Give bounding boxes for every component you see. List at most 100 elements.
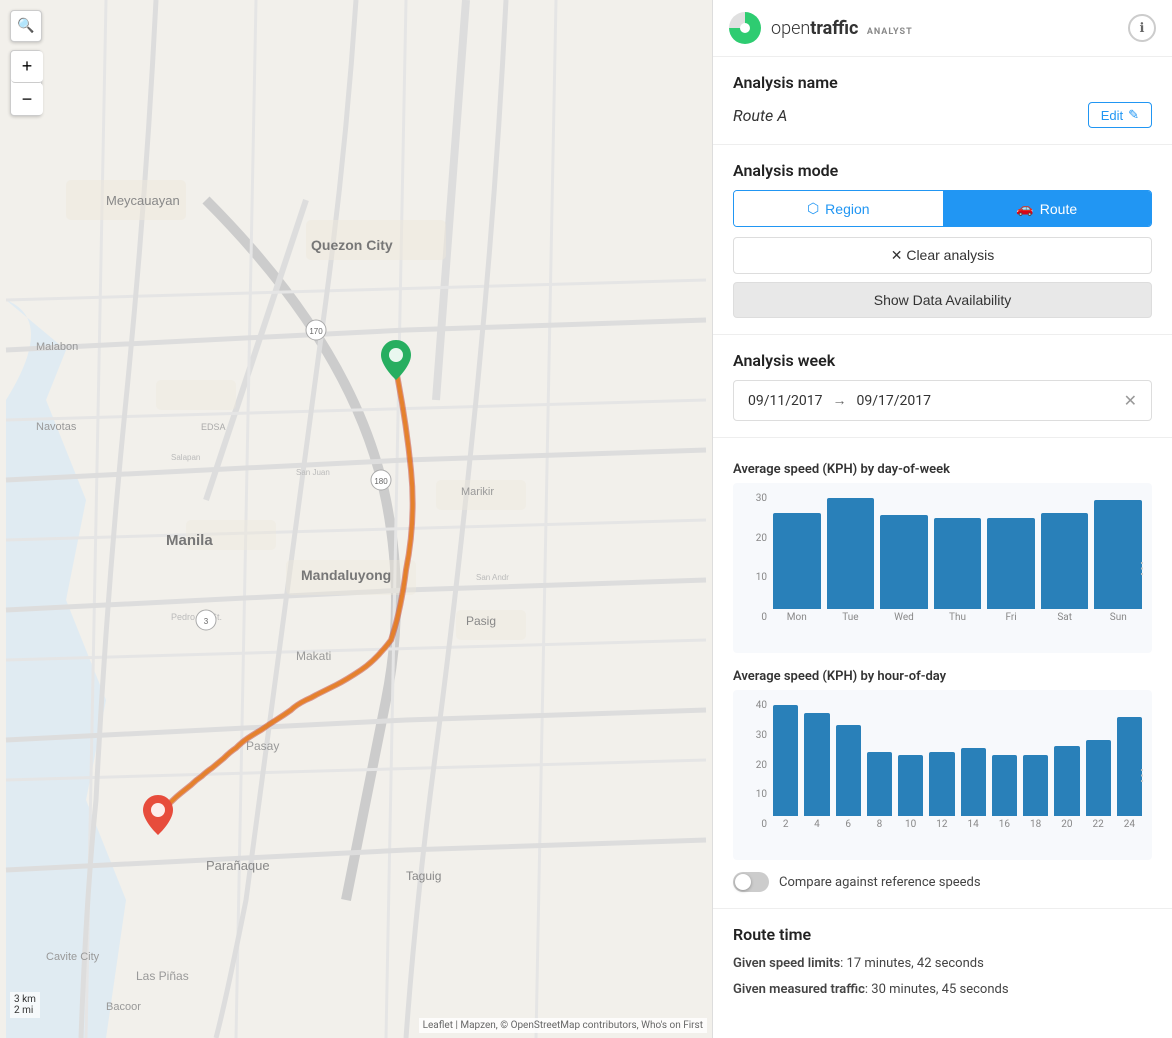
analysis-week-section: Analysis week 09/11/2017 → 09/17/2017 ✕ <box>713 335 1172 438</box>
route-time-section: Route time Given speed limits: 17 minute… <box>713 909 1172 1021</box>
svg-text:San Andr: San Andr <box>476 573 509 582</box>
svg-text:EDSA: EDSA <box>201 422 226 432</box>
bar-label: Sat <box>1057 612 1072 623</box>
bar-label: Wed <box>894 612 914 623</box>
bar-label: Thu <box>949 612 966 623</box>
bar <box>880 515 928 609</box>
bar-column: Tue <box>827 493 875 623</box>
info-button[interactable]: ℹ <box>1128 14 1156 42</box>
bar-column: 16 <box>992 700 1017 830</box>
hour-of-day-chart: Average speed (KPH) by hour-of-day 40 30… <box>733 669 1152 860</box>
hour-chart-wrapper: 40 30 20 10 0 24681012141618202224 ⋮ <box>733 690 1152 860</box>
map-scale: 3 km 2 mi <box>10 992 40 1018</box>
logo-text: opentraffic ANALYST <box>771 18 913 39</box>
svg-text:Bacoor: Bacoor <box>106 1001 141 1013</box>
region-icon: ⬡ <box>807 200 819 217</box>
route-mode-button[interactable]: 🚗 Route <box>943 191 1152 226</box>
given-measured-traffic: Given measured traffic: 30 minutes, 45 s… <box>733 980 1152 1000</box>
bar-label: 20 <box>1061 819 1072 830</box>
bar <box>1041 513 1089 609</box>
chart-scroll-indicator: ⋮ <box>1134 559 1150 578</box>
bar <box>987 518 1035 609</box>
date-arrow: → <box>833 392 847 409</box>
svg-text:Pasig: Pasig <box>466 614 496 628</box>
map-search-button[interactable]: 🔍 <box>10 10 42 42</box>
svg-text:San Juan: San Juan <box>296 468 330 477</box>
analysis-mode-section: Analysis mode ⬡ Region 🚗 Route ✕ Clear a… <box>713 145 1172 335</box>
date-end: 09/17/2017 <box>857 393 932 409</box>
bar-label: 18 <box>1030 819 1041 830</box>
toggle-knob <box>735 874 751 890</box>
bar-label: 10 <box>905 819 916 830</box>
analysis-name-label: Analysis name <box>733 73 1152 92</box>
bar-column: Thu <box>934 493 982 623</box>
map-area: Meycauayan Malabon Navotas Manila Quezon… <box>0 0 712 1038</box>
zoom-out-button[interactable]: − <box>11 83 43 115</box>
route-label: Route <box>1040 201 1077 217</box>
analysis-name-section: Analysis name Route A Edit ✎ <box>713 57 1172 145</box>
hour-bars-row: 24681012141618202224 <box>773 700 1142 830</box>
hour-y-axis: 40 30 20 10 0 <box>733 700 771 830</box>
bar <box>898 755 923 816</box>
mode-buttons: ⬡ Region 🚗 Route <box>733 190 1152 227</box>
svg-text:Mandaluyong: Mandaluyong <box>301 567 391 583</box>
bar-label: 2 <box>783 819 789 830</box>
region-mode-button[interactable]: ⬡ Region <box>734 191 943 226</box>
day-of-week-chart: Average speed (KPH) by day-of-week 30 20… <box>733 462 1152 653</box>
bar-label: Fri <box>1005 612 1016 623</box>
zoom-in-button[interactable]: + <box>11 51 43 83</box>
bar <box>836 725 861 816</box>
map-background: Meycauayan Malabon Navotas Manila Quezon… <box>0 0 712 1038</box>
map-svg: Meycauayan Malabon Navotas Manila Quezon… <box>0 0 712 1038</box>
bar-label: 22 <box>1093 819 1104 830</box>
bar <box>992 755 1017 816</box>
clear-analysis-button[interactable]: ✕ Clear analysis <box>733 237 1152 274</box>
bar <box>1023 755 1048 816</box>
day-chart-wrapper: 30 20 10 0 Mon Tue Wed Thu Fri Sat Sun ⋮ <box>733 483 1152 653</box>
bar-column: Mon <box>773 493 821 623</box>
analysis-week-label: Analysis week <box>733 351 1152 370</box>
bar-column: 6 <box>836 700 861 830</box>
bar <box>961 748 986 816</box>
day-y-axis: 30 20 10 0 <box>733 493 771 623</box>
svg-text:Marikir: Marikir <box>461 486 494 498</box>
svg-text:Taguig: Taguig <box>406 869 441 883</box>
bar <box>773 513 821 609</box>
compare-toggle[interactable] <box>733 872 769 892</box>
clear-label: ✕ Clear analysis <box>891 247 995 264</box>
right-panel: opentraffic ANALYST ℹ Analysis name Rout… <box>712 0 1172 1038</box>
edit-icon: ✎ <box>1128 107 1139 123</box>
edit-button[interactable]: Edit ✎ <box>1088 102 1152 128</box>
analysis-name-value: Route A <box>733 106 787 125</box>
bar-label: 8 <box>877 819 883 830</box>
svg-text:Pasay: Pasay <box>246 739 279 753</box>
date-range-box[interactable]: 09/11/2017 → 09/17/2017 ✕ <box>733 380 1152 421</box>
bar-label: 16 <box>999 819 1010 830</box>
bar-label: Mon <box>787 612 807 623</box>
svg-text:Meycauayan: Meycauayan <box>106 193 180 208</box>
bar-column: 10 <box>898 700 923 830</box>
bar <box>929 752 954 816</box>
bar <box>773 705 798 816</box>
bar-column: 22 <box>1086 700 1111 830</box>
show-data-label: Show Data Availability <box>874 292 1011 308</box>
bar-label: 24 <box>1124 819 1135 830</box>
bar-column: Fri <box>987 493 1035 623</box>
bar <box>1086 740 1111 816</box>
svg-text:170: 170 <box>309 327 323 336</box>
show-data-button[interactable]: Show Data Availability <box>733 282 1152 318</box>
bar-label: 12 <box>936 819 947 830</box>
route-time-title: Route time <box>733 925 1152 944</box>
bar-label: 6 <box>845 819 851 830</box>
date-clear-button[interactable]: ✕ <box>1124 391 1137 410</box>
bar-column: 4 <box>804 700 829 830</box>
bar-column: Wed <box>880 493 928 623</box>
svg-text:Cavite City: Cavite City <box>46 951 100 963</box>
bar <box>804 713 829 816</box>
bar <box>867 752 892 816</box>
svg-text:Quezon City: Quezon City <box>311 237 393 253</box>
bar-label: Sun <box>1110 612 1127 623</box>
svg-text:180: 180 <box>374 477 388 486</box>
bar-column: 2 <box>773 700 798 830</box>
bar-column: Sat <box>1041 493 1089 623</box>
